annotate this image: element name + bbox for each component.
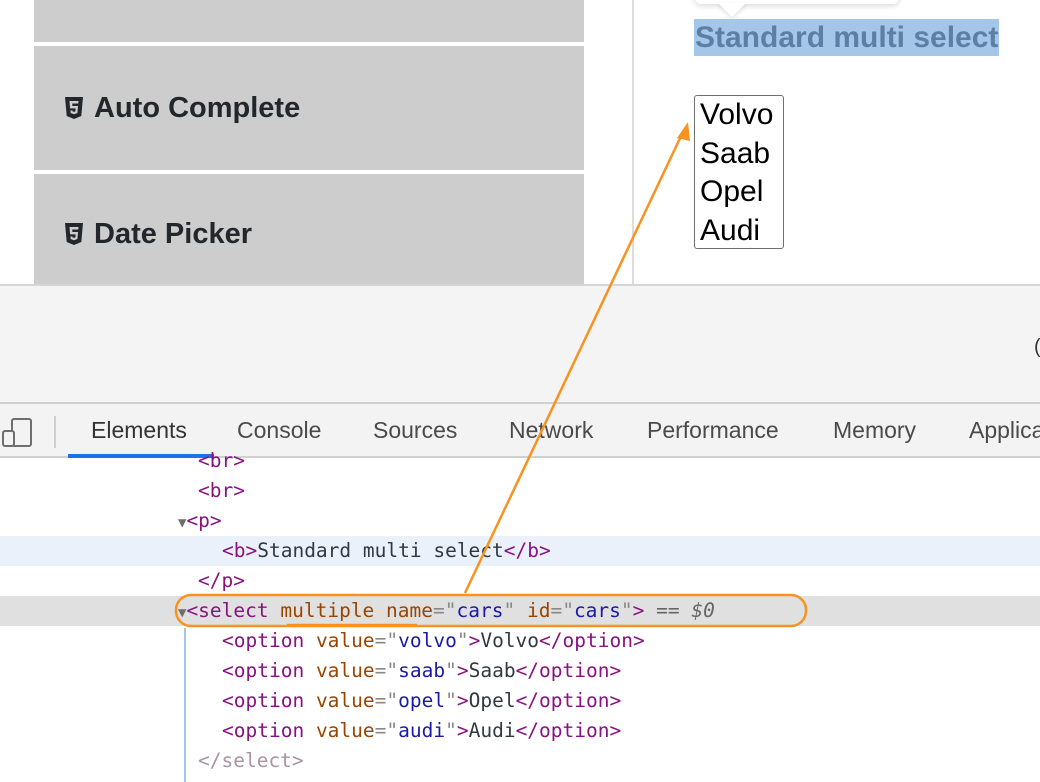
device-mode-icon[interactable] <box>2 417 32 447</box>
dom-node-select[interactable]: ▼<select multiple name="cars" id="cars">… <box>0 596 1040 626</box>
clipped-icon: ( <box>1034 336 1040 359</box>
tab-elements[interactable]: Elements <box>91 417 187 444</box>
attr-value: cars <box>573 599 621 622</box>
dom-node-p-close[interactable]: </p> <box>0 566 1040 596</box>
toolbar-separator <box>54 416 56 448</box>
tab-network[interactable]: Network <box>509 417 593 444</box>
sidebar-item[interactable] <box>34 0 584 42</box>
attr-value: audi <box>398 719 446 742</box>
dom-node-option[interactable]: <option value="audi">Audi</option> <box>0 716 1040 746</box>
cars-multi-select[interactable]: Volvo Saab Opel Audi <box>694 95 784 249</box>
select-option[interactable]: Volvo <box>700 96 778 135</box>
tab-sources[interactable]: Sources <box>373 417 457 444</box>
elements-panel: <br> <br> ▼<p> <b>Standard multi select<… <box>0 449 1040 782</box>
dom-node-option[interactable]: <option value="volvo">Volvo</option> <box>0 626 1040 656</box>
attr-value: volvo <box>398 629 457 652</box>
sidebar-item-date-picker[interactable]: Date Picker <box>34 174 584 284</box>
dom-node-br[interactable]: <br> <box>0 446 1040 476</box>
select-option[interactable]: Audi <box>700 212 778 251</box>
html5-icon <box>65 223 83 245</box>
tab-console[interactable]: Console <box>237 417 321 444</box>
tag-text: <br> <box>198 479 245 502</box>
attr-name: id <box>526 599 551 622</box>
devtools-blank-area <box>0 284 1040 402</box>
tree-guide-line <box>184 628 186 782</box>
tab-application[interactable]: Applica <box>969 417 1040 444</box>
tab-performance[interactable]: Performance <box>647 417 779 444</box>
tag-text: </b> <box>503 539 551 562</box>
selected-node-marker: == $0 <box>656 599 715 622</box>
tag-text: </select> <box>198 749 304 772</box>
sidebar-item-label: Auto Complete <box>94 91 301 124</box>
attr-value: saab <box>398 659 446 682</box>
dom-node-option[interactable]: <option value="opel">Opel</option> <box>0 686 1040 716</box>
sidebar-item-label: Date Picker <box>94 217 252 250</box>
dom-node-option[interactable]: <option value="saab">Saab</option> <box>0 656 1040 686</box>
inspect-tooltip-tail <box>718 3 746 17</box>
select-option[interactable]: Opel <box>700 173 778 212</box>
sidebar-item-auto-complete[interactable]: Auto Complete <box>34 46 584 170</box>
content-divider <box>632 0 634 284</box>
tag-text: <b> <box>222 539 258 562</box>
tab-memory[interactable]: Memory <box>833 417 916 444</box>
tag-text: <br> <box>198 449 245 472</box>
attr-value: cars <box>456 599 504 622</box>
section-heading: Standard multi select <box>694 19 1000 56</box>
tag-text: <p> <box>186 509 222 532</box>
node-text: Audi <box>468 719 516 742</box>
dom-node-select-close[interactable]: </select> <box>0 746 1040 776</box>
node-text: Saab <box>468 659 516 682</box>
attr-name: multiple <box>280 599 375 622</box>
attr-value: opel <box>398 689 446 712</box>
page-viewport: Auto Complete Date Picker Standard multi… <box>0 0 1040 284</box>
html5-icon <box>65 97 83 119</box>
dom-node-p[interactable]: ▼<p> <box>0 506 1040 536</box>
node-text: Volvo <box>480 629 540 652</box>
node-text: Standard multi select <box>257 539 504 562</box>
tag-text: <select <box>186 599 269 622</box>
attr-name: name <box>386 599 434 622</box>
dom-node-b[interactable]: <b>Standard multi select</b> <box>0 536 1040 566</box>
node-text: Opel <box>468 689 516 712</box>
dom-node-br[interactable]: <br> <box>0 476 1040 506</box>
select-option[interactable]: Saab <box>700 135 778 174</box>
tag-text: </p> <box>198 569 245 592</box>
